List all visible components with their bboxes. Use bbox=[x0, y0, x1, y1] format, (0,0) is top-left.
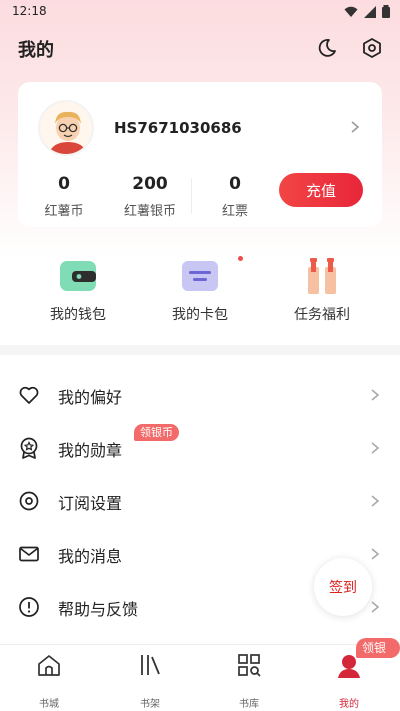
heart-icon bbox=[19, 386, 39, 404]
menu-item-preferences-label: 我的偏好 bbox=[58, 388, 123, 407]
stat-silver-coins-label: 红薯银币 bbox=[123, 204, 176, 219]
night-mode-icon[interactable] bbox=[316, 37, 338, 59]
menu-item-subscription-label: 订阅设置 bbox=[58, 494, 123, 513]
bookshelf-icon bbox=[141, 655, 160, 675]
avatar[interactable] bbox=[38, 100, 94, 156]
stat-silver-coins[interactable]: 200 红薯银币 bbox=[115, 174, 185, 219]
status-time: 12:18 bbox=[12, 4, 47, 18]
chevron-right-icon bbox=[371, 495, 380, 507]
settings-gear-icon[interactable] bbox=[361, 37, 383, 59]
tab-bookshelf-label: 书架 bbox=[140, 699, 160, 710]
wallet-icon bbox=[58, 258, 98, 294]
menu-item-medals-label: 我的勋章 bbox=[58, 441, 123, 460]
library-icon bbox=[238, 654, 261, 677]
menu-item-subscription[interactable]: 订阅设置 bbox=[0, 474, 400, 527]
menu-item-medals[interactable]: 我的勋章 领银币 bbox=[0, 421, 400, 474]
page-header: 我的 bbox=[0, 28, 400, 68]
wifi-icon bbox=[344, 6, 358, 17]
chevron-right-icon[interactable] bbox=[350, 120, 360, 134]
stat-tickets-label: 红票 bbox=[221, 204, 248, 219]
help-icon bbox=[19, 597, 39, 617]
tab-profile-label: 我的 bbox=[339, 699, 359, 710]
chevron-right-icon bbox=[371, 601, 380, 613]
bookstore-icon bbox=[38, 655, 60, 676]
quick-action-tasks-label: 任务福利 bbox=[294, 307, 350, 323]
tab-library-label: 书库 bbox=[239, 699, 259, 710]
stat-coins-label: 红薯币 bbox=[44, 204, 84, 219]
tab-bookshelf[interactable]: 书架 bbox=[120, 651, 180, 710]
stat-divider bbox=[191, 178, 192, 214]
page-title: 我的 bbox=[18, 40, 54, 61]
checkin-button[interactable]: 签到 bbox=[314, 558, 372, 616]
username[interactable]: HS7671030686 bbox=[114, 119, 242, 137]
chevron-right-icon bbox=[371, 389, 380, 401]
stat-tickets[interactable]: 0 红票 bbox=[200, 174, 270, 219]
menu-item-help-label: 帮助与反馈 bbox=[58, 600, 139, 619]
stat-coins-value: 0 bbox=[58, 174, 70, 194]
tab-library[interactable]: 书库 bbox=[219, 651, 279, 710]
mail-icon bbox=[19, 546, 39, 562]
settings-icon bbox=[19, 491, 39, 511]
battery-icon bbox=[382, 5, 390, 18]
gift-icon bbox=[302, 258, 342, 294]
quick-action-tasks[interactable]: 任务福利 bbox=[272, 258, 372, 324]
medal-icon bbox=[20, 437, 38, 459]
avatar-illustration bbox=[40, 102, 92, 154]
quick-action-wallet[interactable]: 我的钱包 bbox=[28, 258, 128, 324]
chevron-right-icon bbox=[371, 548, 380, 560]
tab-silver-coin-badge: 领银币 bbox=[356, 638, 400, 675]
quick-action-cards[interactable]: 我的卡包 bbox=[150, 258, 250, 324]
signal-icon bbox=[364, 5, 376, 18]
tab-bookstore[interactable]: 书城 bbox=[19, 651, 79, 710]
notification-dot bbox=[238, 256, 243, 261]
silver-coin-badge: 领银币 bbox=[134, 424, 179, 441]
recharge-button[interactable]: 充值 bbox=[279, 173, 363, 207]
tab-bookstore-label: 书城 bbox=[39, 699, 59, 710]
profile-card: HS7671030686 0 红薯币 200 红薯银币 0 红票 充值 bbox=[18, 82, 382, 227]
menu-item-preferences[interactable]: 我的偏好 bbox=[0, 368, 400, 421]
quick-action-wallet-label: 我的钱包 bbox=[50, 307, 106, 323]
status-bar: 12:18 bbox=[0, 0, 400, 24]
section-divider bbox=[0, 345, 400, 355]
stat-silver-coins-value: 200 bbox=[132, 174, 168, 194]
stat-coins[interactable]: 0 红薯币 bbox=[29, 174, 99, 219]
bottom-tab-bar: 书城 书架 书库 我的 bbox=[0, 644, 400, 711]
menu-item-messages-label: 我的消息 bbox=[58, 547, 123, 566]
card-pack-icon bbox=[180, 258, 220, 294]
quick-actions: 我的钱包 我的卡包 任务福利 bbox=[0, 250, 400, 342]
status-icons bbox=[344, 5, 390, 18]
quick-action-cards-label: 我的卡包 bbox=[172, 307, 228, 323]
stat-tickets-value: 0 bbox=[229, 174, 241, 194]
chevron-right-icon bbox=[371, 442, 380, 454]
